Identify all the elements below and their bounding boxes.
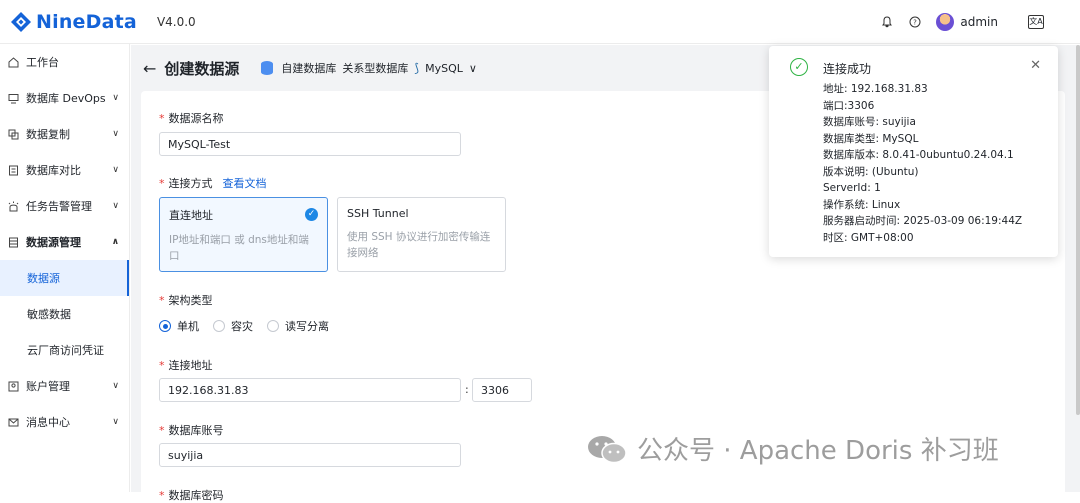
version-label: V4.0.0 — [156, 14, 196, 29]
chevron-up-icon: ∧ — [111, 237, 119, 247]
mail-icon — [7, 416, 19, 428]
success-check-icon: ✓ — [790, 58, 808, 76]
detail-timezone: 时区: GMT+08:00 — [823, 231, 914, 244]
direct-title: 直连地址 — [169, 209, 213, 222]
notification-title: 连接成功 — [823, 62, 872, 76]
sidebar-item-label: 数据库对比 — [26, 164, 81, 177]
crumb-relational: 关系型数据库 — [342, 62, 409, 75]
name-label: * 数据源名称 — [159, 112, 224, 125]
username: admin — [960, 15, 998, 29]
brand-name: NineData — [36, 10, 137, 33]
scrollbar[interactable] — [1076, 45, 1080, 415]
alarm-icon — [7, 200, 19, 212]
close-icon[interactable]: ✕ — [1030, 58, 1041, 73]
language-switch-icon[interactable]: 文A — [1028, 15, 1044, 29]
sidebar-item-account[interactable]: 账户管理 ∨ — [0, 368, 129, 404]
sidebar-item-label: 数据源管理 — [26, 236, 81, 249]
detail-port: 端口:3306 — [823, 99, 875, 112]
sidebar-item-label: 数据复制 — [26, 128, 70, 141]
radio-dr[interactable]: 容灾 — [213, 318, 253, 334]
wechat-icon — [588, 435, 627, 463]
radio-single[interactable]: 单机 — [159, 318, 199, 334]
ninedata-logo-icon — [11, 11, 31, 32]
sidebar-item-label: 任务告警管理 — [26, 200, 92, 213]
chevron-down-icon: ∨ — [112, 381, 119, 391]
arch-label: * 架构类型 — [159, 294, 213, 307]
sidebar-item-datasource[interactable]: 数据源 — [0, 260, 129, 296]
sidebar-item-workbench[interactable]: 工作台 — [0, 44, 129, 80]
detail-db-version: 数据库版本: 8.0.41-0ubuntu0.24.04.1 — [823, 149, 1014, 161]
monitor-icon — [7, 92, 19, 104]
sidebar-item-label: 工作台 — [26, 56, 59, 69]
view-docs-link[interactable]: 查看文档 — [223, 177, 267, 190]
chevron-down-icon: ∨ — [112, 129, 119, 139]
connection-success-notification: ✓ 连接成功 ✕ 地址: 192.168.31.83 端口:3306 数据库账号… — [769, 46, 1058, 257]
detail-version-note: 版本说明: (Ubuntu) — [823, 165, 919, 178]
chevron-down-icon[interactable]: ∨ — [469, 62, 477, 75]
conn-method-label: * 连接方式 查看文档 — [159, 177, 267, 190]
engine-select[interactable]: MySQL — [425, 62, 463, 75]
sidebar-item-label: 数据库 DevOps — [26, 92, 106, 105]
brand-logo[interactable]: NineData — [10, 11, 137, 33]
database-icon — [261, 61, 274, 75]
detail-server-id: ServerId: 1 — [823, 182, 881, 194]
sidebar: 工作台 数据库 DevOps ∨ 数据复制 ∨ 数据库对比 ∨ 任务告警管理 ∨… — [0, 44, 130, 492]
help-icon[interactable]: ? — [908, 15, 922, 29]
detail-start-time: 服务器启动时间: 2025-03-09 06:19:44Z — [823, 215, 1023, 227]
datasource-icon — [7, 236, 19, 248]
top-bar: NineData V4.0.0 ? admin 文A — [0, 0, 1080, 44]
detail-os: 操作系统: Linux — [823, 198, 901, 211]
password-label: * 数据库密码 — [159, 489, 224, 502]
conn-option-ssh[interactable]: SSH Tunnel 使用 SSH 协议进行加密传输连接网络 — [337, 197, 506, 272]
sidebar-item-replication[interactable]: 数据复制 ∨ — [0, 116, 129, 152]
arch-radio-group: 单机 容灾 读写分离 — [159, 318, 329, 334]
account-icon — [7, 380, 19, 392]
ssh-title: SSH Tunnel — [347, 207, 409, 220]
crumb-self-built: 自建数据库 — [281, 62, 337, 75]
chevron-down-icon: ∨ — [112, 417, 119, 427]
watermark: 公众号 · Apache Doris 补习班 — [585, 430, 999, 467]
port-separator: : — [465, 383, 469, 396]
sidebar-item-cloud-credentials[interactable]: 云厂商访问凭证 — [0, 332, 129, 368]
conn-option-direct[interactable]: 直连地址 IP地址和端口 或 dns地址和端口 ✓ — [159, 197, 328, 272]
direct-desc: IP地址和端口 或 dns地址和端口 — [169, 234, 309, 262]
page-title: 创建数据源 — [164, 59, 240, 78]
sidebar-item-messages[interactable]: 消息中心 ∨ — [0, 404, 129, 440]
datasource-name-input[interactable]: MySQL-Test — [159, 132, 461, 156]
copy-icon — [7, 128, 19, 140]
host-input[interactable]: 192.168.31.83 — [159, 378, 461, 402]
sidebar-item-datasource-mgmt[interactable]: 数据源管理 ∧ — [0, 224, 129, 260]
mysql-dolphin-icon: ⟆ — [414, 61, 420, 75]
ssh-desc: 使用 SSH 协议进行加密传输连接网络 — [347, 231, 491, 259]
account-input[interactable]: suyijia — [159, 443, 461, 467]
compare-icon — [7, 164, 19, 176]
chevron-down-icon: ∨ — [112, 165, 119, 175]
account-label: * 数据库账号 — [159, 424, 224, 437]
sidebar-item-sensitive-data[interactable]: 敏感数据 — [0, 296, 129, 332]
addr-label: * 连接地址 — [159, 359, 213, 372]
chevron-down-icon: ∨ — [112, 93, 119, 103]
sidebar-item-label: 消息中心 — [26, 416, 70, 429]
avatar — [936, 13, 955, 31]
bell-icon[interactable] — [880, 15, 894, 29]
radio-rw-split[interactable]: 读写分离 — [267, 318, 329, 334]
check-icon: ✓ — [305, 208, 318, 221]
detail-db-type: 数据库类型: MySQL — [823, 132, 919, 145]
sidebar-item-devops[interactable]: 数据库 DevOps ∨ — [0, 80, 129, 116]
notification-details: 地址: 192.168.31.83 端口:3306 数据库账号: suyijia… — [823, 81, 1022, 246]
detail-account: 数据库账号: suyijia — [823, 116, 916, 128]
sidebar-item-alerts[interactable]: 任务告警管理 ∨ — [0, 188, 129, 224]
svg-text:?: ? — [914, 19, 918, 27]
port-input[interactable]: 3306 — [472, 378, 532, 402]
watermark-text: 公众号 · Apache Doris 补习班 — [637, 436, 999, 466]
user-menu[interactable]: admin — [936, 13, 998, 31]
back-arrow-icon[interactable]: ← — [143, 59, 156, 78]
chevron-down-icon: ∨ — [112, 201, 119, 211]
home-icon — [7, 56, 19, 68]
sidebar-item-compare[interactable]: 数据库对比 ∨ — [0, 152, 129, 188]
detail-address: 地址: 192.168.31.83 — [823, 83, 928, 95]
breadcrumb: 自建数据库 关系型数据库 ⟆ MySQL ∨ — [261, 60, 477, 76]
sidebar-item-label: 账户管理 — [26, 380, 70, 393]
